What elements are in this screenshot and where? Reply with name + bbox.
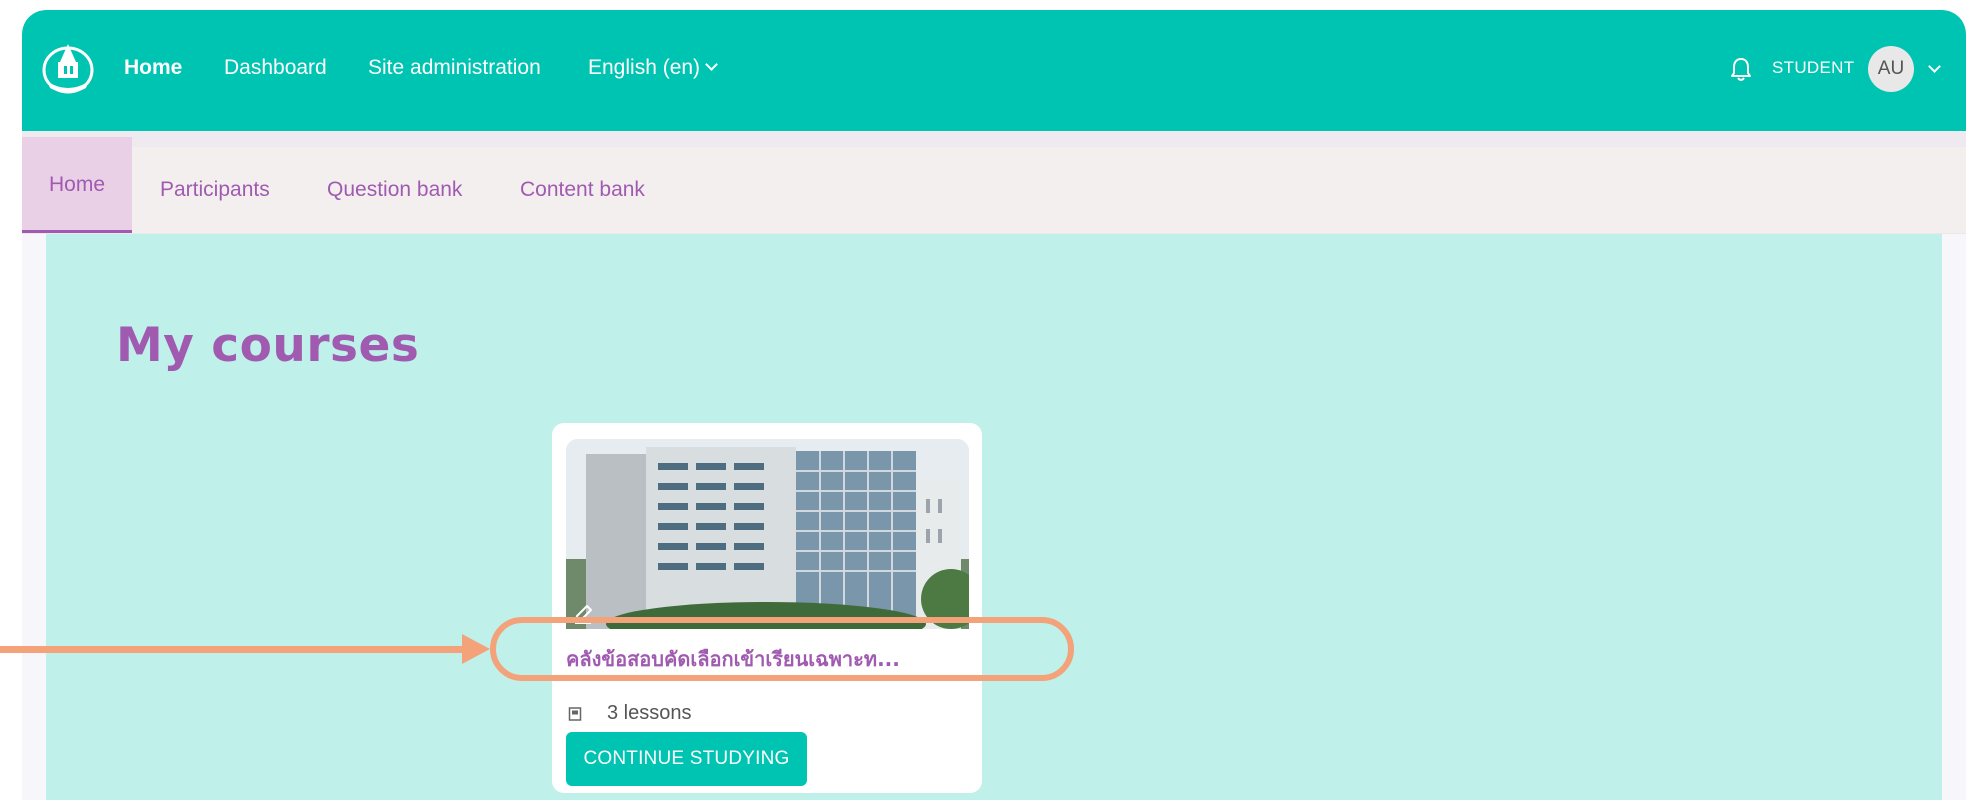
university-seal-logo[interactable] <box>40 38 96 98</box>
nav-home-link[interactable]: Home <box>124 10 182 131</box>
chevron-down-icon[interactable] <box>1928 60 1941 73</box>
tab-question-bank[interactable]: Question bank <box>327 147 462 233</box>
language-menu-label: English (en) <box>588 56 701 79</box>
nav-site-administration-link[interactable]: Site administration <box>368 10 541 131</box>
course-image[interactable] <box>566 439 969 629</box>
course-building-image <box>566 439 969 629</box>
course-title-link[interactable]: คลังข้อสอบคัดเลือกเข้าเรียนเฉพาะท... <box>566 643 961 675</box>
lessons-count: 3 lessons <box>607 702 692 724</box>
page-title: My courses <box>116 318 420 373</box>
nav-dashboard-link[interactable]: Dashboard <box>224 10 327 131</box>
chevron-down-icon <box>705 58 718 71</box>
bell-icon[interactable] <box>1730 56 1752 82</box>
secondary-nav: Home Participants Question bank Content … <box>22 137 1966 234</box>
course-card[interactable]: คลังข้อสอบคัดเลือกเข้าเรียนเฉพาะท... 3 l… <box>552 423 982 793</box>
tab-participants[interactable]: Participants <box>160 147 270 233</box>
continue-studying-button[interactable]: CONTINUE STUDYING <box>566 732 807 786</box>
pencil-icon[interactable] <box>572 603 594 625</box>
secondary-nav-divider <box>22 131 1966 147</box>
main-content: My courses คลังข้อสอบคัดเลือกเข้าเรียนเฉ… <box>46 234 1942 800</box>
tab-content-bank[interactable]: Content bank <box>520 147 645 233</box>
user-avatar[interactable]: AU <box>1868 46 1914 92</box>
app-frame: Home Dashboard Site administration Engli… <box>22 10 1966 800</box>
book-icon <box>568 707 582 721</box>
user-role-label: STUDENT <box>1772 58 1855 77</box>
language-menu[interactable]: English (en) <box>588 10 718 131</box>
tab-home[interactable]: Home <box>22 137 132 233</box>
top-navbar: Home Dashboard Site administration Engli… <box>22 10 1966 131</box>
